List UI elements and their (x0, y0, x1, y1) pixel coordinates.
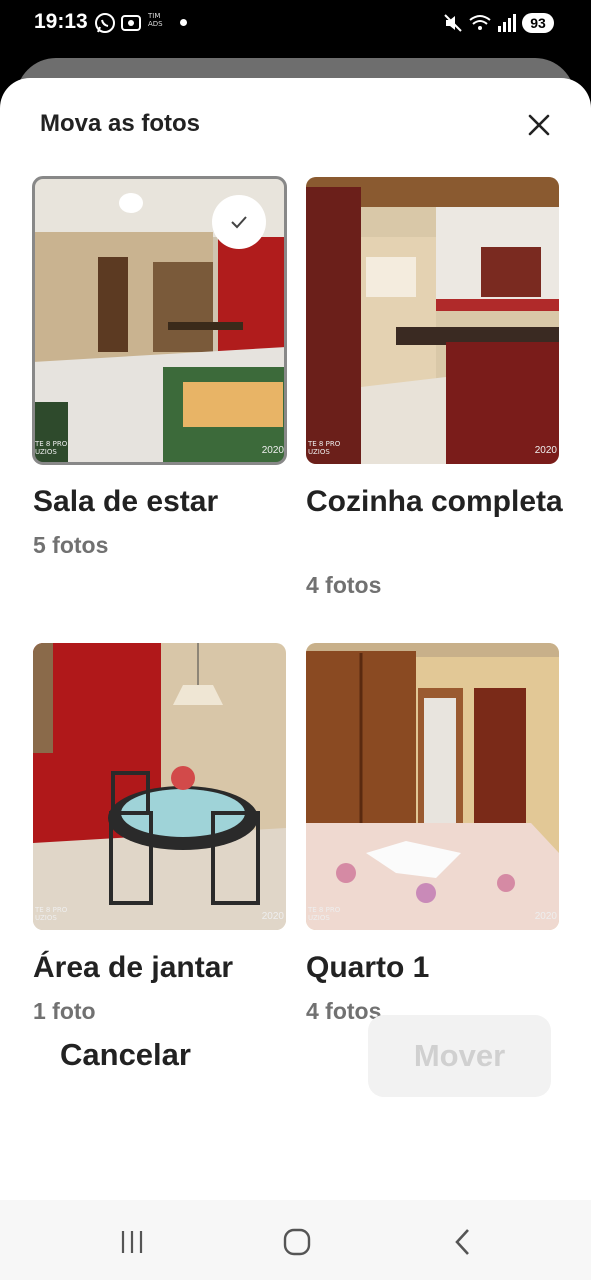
back-icon (455, 1229, 469, 1255)
recents-icon (121, 1231, 143, 1253)
album-photo-count: 4 fotos (306, 572, 382, 598)
move-photos-sheet: Mova as fotos TE 8 PRO UZIOS 2020 Sala d… (0, 78, 591, 1200)
photo-watermark: TE 8 PRO UZIOS (308, 906, 341, 922)
album-photo-count: 5 fotos (33, 532, 109, 558)
mute-icon (442, 12, 464, 39)
album-title: Cozinha completa (306, 485, 563, 518)
whatsapp-icon (94, 12, 116, 39)
home-icon (283, 1228, 311, 1256)
album-title: Sala de estar (33, 485, 219, 518)
wifi-icon (468, 12, 492, 39)
home-button[interactable] (277, 1222, 317, 1262)
album-title: Área de jantar (33, 951, 234, 984)
battery-icon: 93 (522, 13, 554, 33)
cancel-button[interactable]: Cancelar (60, 1037, 191, 1073)
notification-dot (180, 19, 187, 26)
album-thumbnail: TE 8 PRO UZIOS 2020 (306, 177, 559, 464)
carrier-badge: TIM ADS (148, 12, 163, 28)
photo-watermark: TE 8 PRO UZIOS (35, 440, 68, 456)
close-icon (528, 114, 550, 136)
photo-year: 2020 (261, 911, 284, 922)
photo-year: 2020 (534, 911, 557, 922)
close-button[interactable] (522, 108, 556, 142)
album-thumbnail: TE 8 PRO UZIOS 2020 (32, 176, 287, 465)
checkmark-icon (231, 216, 247, 229)
signal-icon (496, 12, 516, 39)
sheet-title: Mova as fotos (40, 110, 201, 137)
screenshot-icon (120, 12, 142, 39)
back-button[interactable] (443, 1222, 483, 1262)
photo-watermark: TE 8 PRO UZIOS (35, 906, 68, 922)
status-bar: 19:13 TIM ADS 93 (0, 0, 591, 46)
recents-button[interactable] (112, 1222, 152, 1262)
status-time: 19:13 (34, 10, 88, 33)
photo-year: 2020 (534, 445, 557, 456)
album-photo-count: 1 foto (33, 998, 96, 1024)
album-thumbnail: TE 8 PRO UZIOS 2020 (306, 643, 559, 930)
system-nav-bar (0, 1200, 591, 1280)
selected-badge (212, 195, 266, 249)
album-title: Quarto 1 (306, 951, 430, 984)
album-thumbnail: TE 8 PRO UZIOS 2020 (33, 643, 286, 930)
photo-year: 2020 (261, 445, 284, 456)
move-button[interactable]: Mover (368, 1015, 551, 1097)
photo-watermark: TE 8 PRO UZIOS (308, 440, 341, 456)
